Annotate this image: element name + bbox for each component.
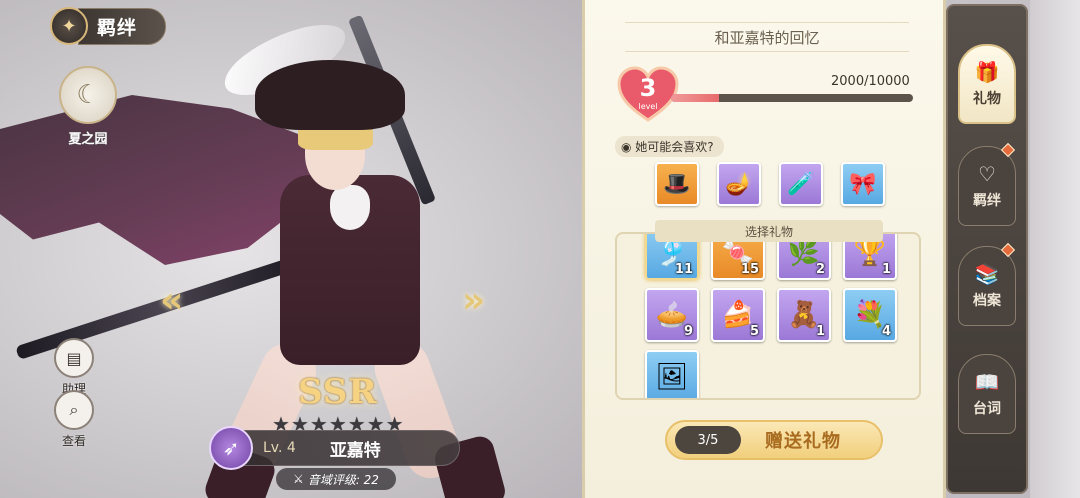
item-count: 11 [674, 262, 693, 277]
faction-label: 夏之园 [68, 132, 108, 147]
bond-knot-icon[interactable]: ✦ [50, 7, 88, 45]
gift-item-painting-icon: 🖼 [655, 362, 689, 392]
item-count: 1 [881, 262, 891, 277]
gift-item-painting[interactable]: 🖼 [645, 350, 699, 398]
rating-badge: ⚔ 音域评级: 22 [276, 468, 396, 490]
assistant-icon: ▤ [54, 338, 94, 378]
select-gift-title: 选择礼物 [655, 220, 883, 242]
affection-level-caption: level [638, 102, 658, 111]
character-level: Lv. 4 [263, 440, 296, 456]
character-cravat [330, 185, 370, 230]
crossed-swords-icon: ⚔ [293, 472, 304, 486]
tab-label: 档案 [973, 293, 1001, 309]
page-header: ✦ 羁绊 [50, 7, 190, 45]
rarity-badge: SSR [298, 372, 378, 412]
gift-inventory-grid: 🎐 11 🍬 15 🌿 2 🏆 1 🥧 9 🍰 5 🧸 1 💐 4 🖼 [645, 234, 899, 398]
give-gift-button[interactable]: 3/5 赠送礼物 [665, 420, 883, 460]
tab-gift-box[interactable]: 🎁 礼物 [958, 44, 1016, 124]
affection-exp-bar [671, 94, 913, 102]
potion-gift-icon[interactable]: 🧪 [779, 162, 823, 206]
book-open-icon: 📖 [974, 370, 1000, 394]
affection-level: 3 [639, 74, 657, 102]
lamp-gift-icon[interactable]: 🪔 [717, 162, 761, 206]
tab-label: 礼物 [973, 91, 1001, 107]
assistant-button[interactable]: ▤ 助理 [52, 338, 96, 397]
moon-crest-icon: ☾ [59, 66, 117, 124]
give-gift-label: 赠送礼物 [765, 431, 841, 452]
view-button[interactable]: ⌕ 查看 [52, 390, 96, 449]
view-label: 查看 [61, 434, 86, 448]
character-name: 亚嘉特 [329, 440, 381, 461]
preference-hint-text: 她可能会喜欢? [635, 140, 714, 154]
affection-heart: 3 level [617, 66, 679, 122]
rating-text: 音域评级: 22 [307, 472, 379, 487]
gift-panel: 和亚嘉特的回忆 3 level 2000/10000 ◉ 她可能会喜欢? 🎩 🪔 🧪… [582, 0, 946, 498]
item-count: 2 [815, 262, 825, 277]
heart-link-icon: ♡ [978, 162, 996, 186]
item-count: 5 [749, 324, 759, 339]
memory-title: 和亚嘉特的回忆 [625, 22, 909, 52]
tab-books[interactable]: 📚 档案 [958, 242, 1016, 326]
gift-item-doll[interactable]: 🧸 1 [777, 288, 831, 342]
magnifier-icon: ⌕ [54, 390, 94, 430]
item-count: 1 [815, 324, 825, 339]
item-count: 9 [683, 324, 693, 339]
gift-box-icon: 🎁 [974, 60, 1000, 84]
character-hat [255, 60, 405, 130]
item-count: 15 [740, 262, 759, 277]
page-title: 羁绊 [78, 7, 167, 45]
affection-exp-fill [671, 94, 720, 102]
gift-item-cake[interactable]: 🍰 5 [711, 288, 765, 342]
item-count: 4 [881, 324, 891, 339]
ribbon-gift-icon[interactable]: 🎀 [841, 162, 885, 206]
eye-icon: ◉ [621, 140, 636, 154]
tab-heart-link[interactable]: ♡ 羁绊 [958, 142, 1016, 226]
preference-hint: ◉ 她可能会喜欢? [615, 136, 724, 157]
give-count: 3/5 [675, 426, 741, 454]
gift-inventory[interactable]: 🎐 11 🍬 15 🌿 2 🏆 1 🥧 9 🍰 5 🧸 1 💐 4 🖼 [615, 232, 921, 400]
gift-item-pie[interactable]: 🥧 9 [645, 288, 699, 342]
tab-rail: 🎁 礼物 ♡ 羁绊 📚 档案 📖 台词 [946, 4, 1028, 494]
hat-gift-icon[interactable]: 🎩 [655, 162, 699, 206]
faction-badge[interactable]: ☾ 夏之园 [58, 66, 118, 147]
bow-class-icon: ➶ [209, 426, 253, 470]
background-edge [1030, 0, 1080, 498]
next-character-arrow-icon[interactable]: » [462, 280, 485, 321]
liked-gifts-row: 🎩 🪔 🧪 🎀 [655, 162, 885, 206]
notification-dot-icon [1000, 242, 1016, 258]
prev-character-arrow-icon[interactable]: « [160, 280, 183, 321]
books-icon: 📚 [974, 262, 1000, 286]
tab-label: 台词 [973, 401, 1001, 417]
notification-dot-icon [1000, 142, 1016, 158]
gift-item-flowers[interactable]: 💐 4 [843, 288, 897, 342]
name-plate: ➶ Lv. 4 亚嘉特 [209, 426, 460, 470]
tab-book-open[interactable]: 📖 台词 [958, 354, 1016, 434]
affection-exp-text: 2000/10000 [831, 74, 910, 89]
tab-label: 羁绊 [973, 193, 1001, 209]
